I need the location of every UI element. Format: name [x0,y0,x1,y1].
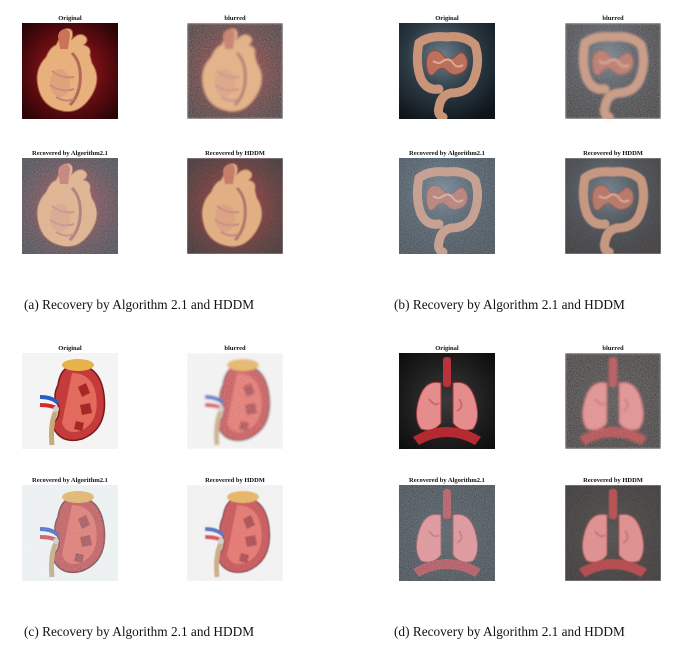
intestine-illustration [399,23,495,119]
kidney-recovered-alg-image [22,485,118,581]
kidney-original-image [22,353,118,449]
image-title: Recovered by HDDM [583,150,643,157]
heart-illustration [187,158,283,254]
image-title: Recovered by HDDM [583,477,643,484]
image-title: Original [435,345,459,352]
intestine-blurred-image [565,23,661,119]
image-title: Original [58,15,82,22]
panel-caption: (b) Recovery by Algorithm 2.1 and HDDM [394,297,625,312]
heart-illustration [22,158,118,254]
panel-caption: (a) Recovery by Algorithm 2.1 and HDDM [24,297,255,312]
kidney-illustration [187,353,283,449]
image-title: Recovered by Algorithm2.1 [409,150,485,157]
heart-illustration [187,23,283,119]
lungs-recovered-hddm-image [565,485,661,581]
intestine-recovered-alg-image [399,158,495,254]
image-title: Recovered by HDDM [205,150,265,157]
intestine-illustration [565,158,661,254]
lungs-blurred-image [565,353,661,449]
image-title: Recovered by HDDM [205,477,265,484]
heart-original-image [22,23,118,119]
lungs-illustration [399,485,495,581]
lungs-illustration [565,485,661,581]
kidney-illustration [187,485,283,581]
lungs-illustration [565,353,661,449]
image-title: blurred [224,15,246,22]
image-title: Recovered by Algorithm2.1 [32,477,108,484]
heart-illustration [22,23,118,119]
heart-recovered-hddm-image [187,158,283,254]
kidney-blurred-image [187,353,283,449]
image-title: Original [58,345,82,352]
image-title: Recovered by Algorithm2.1 [409,477,485,484]
image-title: blurred [602,345,624,352]
heart-recovered-alg-image [22,158,118,254]
kidney-recovered-hddm-image [187,485,283,581]
panel-caption: (c) Recovery by Algorithm 2.1 and HDDM [24,624,255,639]
lungs-recovered-alg-image [399,485,495,581]
image-title: blurred [224,345,246,352]
image-title: blurred [602,15,624,22]
image-title: Recovered by Algorithm2.1 [32,150,108,157]
intestine-illustration [399,158,495,254]
panel-caption: (d) Recovery by Algorithm 2.1 and HDDM [394,624,625,639]
image-title: Original [435,15,459,22]
kidney-illustration [22,485,118,581]
heart-blurred-image [187,23,283,119]
lungs-illustration [399,353,495,449]
intestine-illustration [565,23,661,119]
intestine-original-image [399,23,495,119]
intestine-recovered-hddm-image [565,158,661,254]
kidney-illustration [22,353,118,449]
lungs-original-image [399,353,495,449]
